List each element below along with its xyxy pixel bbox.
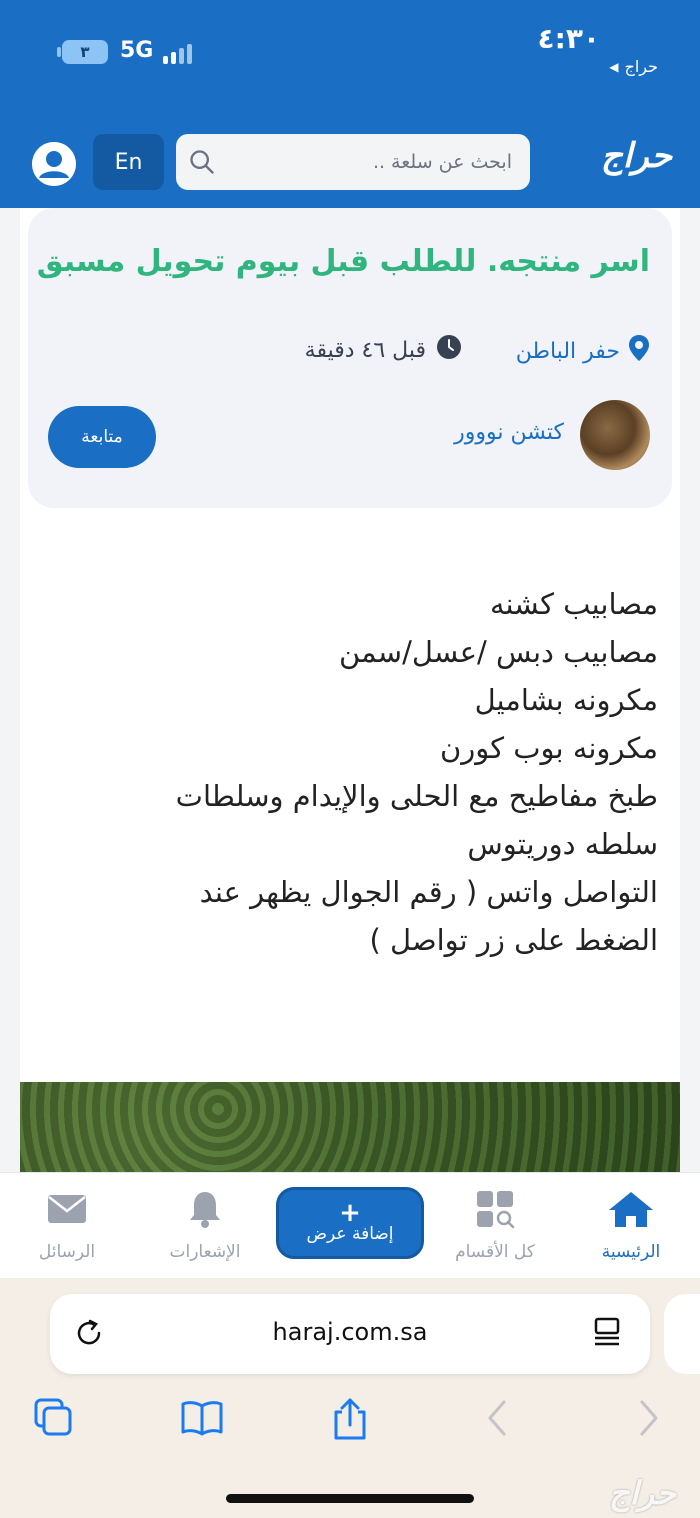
search-bar[interactable] [176, 134, 530, 190]
tabs-icon[interactable] [34, 1398, 74, 1442]
post-body: مصابيب كشنه مصابيب دبس /عسل/سمن مكرونه ب… [58, 580, 658, 964]
post-photo[interactable] [20, 1082, 680, 1172]
battery-label: ٣ [80, 43, 90, 61]
post-content: اسر منتجه. للطلب قبل بيوم تحويل مسبق حفر… [20, 208, 680, 1172]
nav-categories-label: كل الأقسام [455, 1242, 535, 1262]
search-icon[interactable] [176, 148, 228, 176]
nav-home[interactable]: الرئيسية [576, 1189, 686, 1262]
post-location[interactable]: حفر الباطن [516, 334, 650, 368]
post-body-line: مصابيب كشنه [489, 587, 658, 621]
user-account-icon[interactable] [32, 142, 76, 186]
url-text[interactable]: haraj.com.sa [50, 1318, 650, 1346]
post-time: قبل ٤٦ دقيقة [305, 334, 462, 366]
author-avatar[interactable] [580, 400, 650, 470]
back-app-label: حراج [624, 57, 659, 76]
app-header: حراج En [0, 104, 700, 208]
battery-icon: ٣ [57, 40, 108, 64]
back-triangle-icon: ◀ [609, 59, 619, 74]
post-body-line: طبخ مفاطيح مع الحلى والإيدام وسلطات [175, 779, 658, 813]
location-label: حفر الباطن [515, 338, 620, 364]
bottom-nav: الرئيسية كل الأقسام + إضافة عرض الإشعارا… [0, 1172, 700, 1278]
language-button[interactable]: En [93, 134, 164, 190]
bell-icon [187, 1189, 223, 1234]
post-body-line: الضغط على زر تواصل ) [369, 923, 658, 957]
add-offer-button[interactable]: + إضافة عرض [276, 1187, 424, 1259]
browser-toolbar [0, 1388, 700, 1448]
next-tab-preview[interactable] [664, 1294, 700, 1374]
follow-button[interactable]: متابعة [48, 406, 156, 468]
home-icon [606, 1189, 656, 1234]
back-to-app[interactable]: ◀ حراج [609, 57, 658, 76]
post-body-line: مصابيب دبس /عسل/سمن [338, 635, 658, 669]
signal-icon [163, 42, 192, 64]
envelope-icon [46, 1189, 88, 1234]
home-indicator [226, 1494, 474, 1503]
nav-messages-label: الرسائل [38, 1242, 96, 1262]
plus-icon: + [339, 1198, 361, 1228]
back-arrow-icon[interactable] [486, 1398, 510, 1442]
reader-mode-icon[interactable] [592, 1316, 622, 1354]
browser-chrome: haraj.com.sa حراج [0, 1278, 700, 1518]
share-icon[interactable] [332, 1398, 368, 1444]
clock-icon [436, 334, 462, 366]
haraj-watermark: حراج [609, 1474, 676, 1512]
address-bar[interactable]: haraj.com.sa [50, 1294, 650, 1374]
time-ago-label: قبل ٤٦ دقيقة [304, 337, 426, 363]
nav-home-label: الرئيسية [601, 1242, 661, 1262]
bookmarks-icon[interactable] [180, 1398, 224, 1442]
add-offer-label: إضافة عرض [306, 1224, 394, 1244]
post-title: اسر منتجه. للطلب قبل بيوم تحويل مسبق [36, 244, 650, 279]
author-name[interactable]: كتشن نووور [454, 420, 564, 445]
post-header-card: اسر منتجه. للطلب قبل بيوم تحويل مسبق حفر… [28, 208, 672, 508]
forward-arrow-icon[interactable] [636, 1398, 660, 1442]
nav-notifications[interactable]: الإشعارات [150, 1189, 260, 1262]
search-input[interactable] [228, 134, 530, 190]
haraj-logo[interactable]: حراج [601, 136, 672, 176]
categories-icon [475, 1189, 515, 1234]
post-body-line: سلطه دوريتوس [467, 827, 658, 861]
status-time: ٤:٣٠ [537, 22, 600, 55]
post-body-line: التواصل واتس ( رقم الجوال يظهر عند [199, 875, 658, 909]
network-label: 5G [120, 38, 154, 63]
post-body-line: مكرونه بوب كورن [439, 731, 658, 765]
location-pin-icon [628, 334, 650, 368]
status-bar: ٤:٣٠ ◀ حراج ٣ 5G [0, 0, 700, 104]
post-body-line: مكرونه بشاميل [474, 683, 658, 717]
nav-notifications-label: الإشعارات [169, 1242, 241, 1262]
nav-categories[interactable]: كل الأقسام [440, 1189, 550, 1262]
nav-messages[interactable]: الرسائل [12, 1189, 122, 1262]
